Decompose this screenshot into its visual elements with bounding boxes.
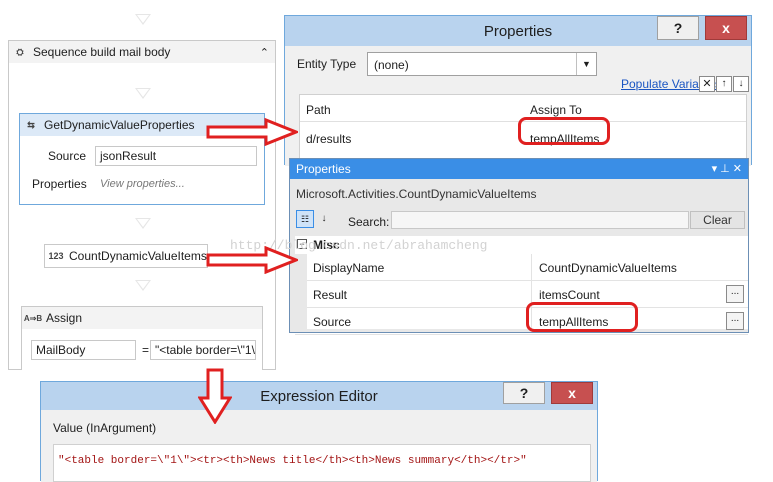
move-down-icon[interactable]: ↓ [733,76,749,92]
property-name: DisplayName [313,261,385,275]
get-dynamic-title: GetDynamicValueProperties [44,118,195,132]
source-label: Source [48,149,87,163]
entity-type-select[interactable]: (none) ▼ [367,52,597,76]
expression-editor-dialog: Expression Editor ? x Value (InArgument)… [40,381,598,482]
assign-equals: = [142,343,150,357]
path-cell[interactable]: d/results [306,132,351,146]
assign-value-input[interactable]: "<table border=\"1\" [150,340,256,360]
column-header-path: Path [306,103,331,117]
assign-icon: A⇒B [23,313,43,323]
sequence-header[interactable]: ⛭ Sequence build mail body ⌃ [9,41,275,63]
count-icon: 123 [48,251,64,261]
categorize-icon[interactable]: ☷ [296,210,314,228]
search-label: Search: [348,215,390,229]
view-properties-link[interactable]: View properties... [100,178,185,190]
close-button[interactable]: x [705,16,747,40]
source-input[interactable]: jsonResult [95,146,257,166]
assign-title: Assign [46,311,83,325]
type-name: Microsoft.Activities.CountDynamicValueIt… [296,187,537,201]
properties-label: Properties [32,177,87,191]
move-up-icon[interactable]: ↑ [716,76,732,92]
assign-header[interactable]: A⇒B Assign [22,307,262,329]
sort-alpha-icon[interactable]: ↓ [316,210,332,228]
highlight-oval [518,117,610,145]
highlight-oval [526,302,638,332]
result-ellipsis-button[interactable]: ... [726,285,744,303]
column-header-assign-to: Assign To [530,103,582,117]
expression-input[interactable]: "<table border=\"1\"><tr><th>News title<… [53,444,591,482]
property-name: Result [313,288,348,302]
expression-editor-titlebar: Expression Editor ? x [41,382,597,410]
assign-activity[interactable]: A⇒B Assign MailBody = "<table border=\"1… [21,306,263,370]
property-row-displayname[interactable]: DisplayName CountDynamicValueItems [295,254,748,281]
count-title: CountDynamicValueItems [69,249,207,263]
row-toolbar: ✕ ↑ ↓ [699,76,749,92]
get-dynamic-icon: ⇆ [27,119,35,130]
connector-arrow-icon [135,218,151,229]
chevron-down-icon[interactable]: ▼ [576,53,596,75]
count-activity[interactable]: 123 CountDynamicValueItems [44,244,208,268]
close-button[interactable]: x [551,382,593,404]
assign-to-input[interactable]: MailBody [31,340,136,360]
source-ellipsis-button[interactable]: ... [726,312,744,330]
property-row-source[interactable]: Source tempAllItems ... [295,308,748,335]
sequence-icon: ⛭ [16,46,24,57]
property-row-result[interactable]: Result itemsCount ... [295,281,748,308]
properties-dialog: Properties ? x Entity Type (none) ▼ Popu… [284,15,752,166]
entity-type-value: (none) [374,58,409,72]
entity-type-label: Entity Type [297,57,357,71]
down-arrow-icon [198,368,232,424]
connector-arrow-icon [135,14,151,25]
help-button[interactable]: ? [657,16,699,40]
property-name: Source [313,315,352,329]
properties-panel-title: Properties [296,162,351,176]
collapse-icon[interactable]: ⌃ [260,46,269,59]
properties-dialog-titlebar: Properties ? x [285,16,751,46]
sort-toolbar: ☷ ↓ [296,210,332,228]
right-arrow-icon [206,246,298,274]
pin-icon[interactable]: ▾ ⊥ ✕ [712,162,742,175]
delete-icon[interactable]: ✕ [699,76,715,92]
connector-arrow-icon [135,280,151,291]
property-value[interactable]: itemsCount [539,288,600,302]
search-input[interactable] [391,211,689,229]
value-label: Value (InArgument) [53,421,157,435]
property-value[interactable]: CountDynamicValueItems [539,261,677,275]
help-button[interactable]: ? [503,382,545,404]
connector-arrow-icon [135,88,151,99]
workflow-designer: ⛭ Sequence build mail body ⌃ ⇆ GetDynami… [0,0,290,370]
right-arrow-icon [206,118,298,146]
sequence-title: Sequence build mail body [33,45,171,59]
properties-panel-titlebar: Properties ▾ ⊥ ✕ [290,159,748,179]
expression-text: "<table border=\"1\"><tr><th>News title<… [58,455,527,467]
clear-button[interactable]: Clear [690,211,745,229]
